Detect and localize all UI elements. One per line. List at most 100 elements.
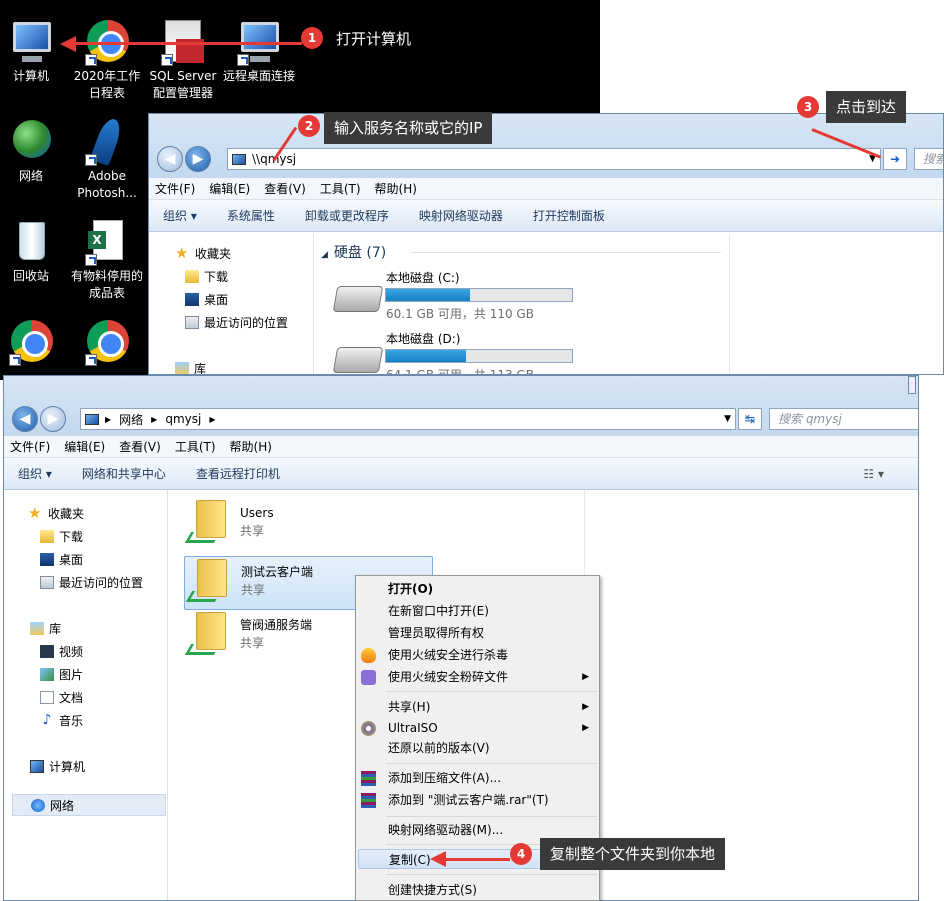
desktop-icon-label: 2020年工作日程表: [73, 69, 141, 100]
drive-name: 本地磁盘 (C:): [386, 271, 460, 285]
nav-downloads[interactable]: 下载: [185, 268, 228, 285]
nav-recent[interactable]: 最近访问的位置: [40, 574, 143, 591]
nav-label: 最近访问的位置: [59, 576, 144, 590]
nav-label: 库: [49, 622, 62, 636]
ultraiso-disc-icon: [361, 721, 376, 736]
drive-info: 60.1 GB 可用，共 110 GB: [386, 307, 534, 321]
nav-label: 视频: [59, 645, 84, 659]
nav-label: 最近访问的位置: [204, 316, 289, 330]
menu-item-huorong-shred[interactable]: 使用火绒安全粉碎文件: [388, 667, 508, 687]
nav-documents[interactable]: 文档: [40, 689, 83, 706]
scroll-handle[interactable]: [908, 376, 916, 394]
menu-bar: 文件(F) 编辑(E) 查看(V) 工具(T) 帮助(H): [4, 436, 918, 458]
nav-network[interactable]: 网络: [12, 794, 166, 816]
desktop-icon-sql-server[interactable]: SQL Server 配置管理器: [145, 18, 221, 102]
uninstall-program-button[interactable]: 卸载或更改程序: [305, 207, 389, 224]
go-arrow-button[interactable]: ➜: [883, 148, 907, 170]
nav-videos[interactable]: 视频: [40, 643, 83, 660]
video-icon: [40, 645, 54, 658]
computer-icon: [7, 18, 55, 66]
breadcrumb-network[interactable]: 网络: [119, 411, 143, 428]
search-input[interactable]: 搜索: [914, 148, 943, 170]
nav-pictures[interactable]: 图片: [40, 666, 83, 683]
menu-item-create-shortcut[interactable]: 创建快捷方式(S): [388, 880, 477, 900]
menu-view[interactable]: 查看(V): [264, 180, 306, 197]
share-users[interactable]: Users 共享: [184, 498, 404, 552]
view-options-icon[interactable]: ☷ ▾: [863, 467, 884, 481]
forward-button[interactable]: ▶: [40, 406, 66, 432]
annotation-badge-3: 3: [797, 96, 819, 118]
photoshop-feather-icon: [83, 115, 131, 167]
network-sharing-center-button[interactable]: 网络和共享中心: [82, 465, 166, 482]
desktop-icon-chrome-a[interactable]: [0, 318, 69, 368]
forward-button[interactable]: ▶: [185, 146, 211, 172]
nav-recent[interactable]: 最近访问的位置: [185, 314, 288, 331]
nav-label: 下载: [59, 530, 84, 544]
menu-file[interactable]: 文件(F): [10, 438, 50, 455]
menu-item-open-new-window[interactable]: 在新窗口中打开(E): [388, 601, 489, 621]
nav-libraries[interactable]: 库: [175, 360, 207, 375]
menu-edit[interactable]: 编辑(E): [209, 180, 250, 197]
organize-button[interactable]: 组织 ▾: [18, 465, 52, 482]
desktop-icon-photoshop[interactable]: Adobe Photosh...: [69, 115, 145, 202]
menu-item-open[interactable]: 打开(O): [388, 579, 433, 599]
library-icon: [175, 362, 189, 374]
nav-downloads[interactable]: 下载: [40, 528, 83, 545]
menu-item-ultraiso[interactable]: UltraISO: [388, 718, 438, 738]
desktop-icon-label: 有物料停用的成品表: [70, 269, 143, 300]
nav-libraries[interactable]: 库: [30, 620, 61, 637]
picture-icon: [40, 668, 54, 681]
view-remote-printers-button[interactable]: 查看远程打印机: [196, 465, 280, 482]
desktop-icon-chrome-b[interactable]: [69, 318, 145, 368]
open-control-panel-button[interactable]: 打开控制面板: [533, 207, 605, 224]
menu-item-huorong-scan[interactable]: 使用火绒安全进行杀毒: [388, 645, 508, 665]
dropdown-arrow-icon[interactable]: ▼: [724, 414, 731, 424]
menu-help[interactable]: 帮助(H): [375, 180, 417, 197]
menu-view[interactable]: 查看(V): [119, 438, 161, 455]
share-status: 共享: [241, 583, 266, 597]
menu-item-share[interactable]: 共享(H): [388, 697, 430, 717]
nav-music[interactable]: ♪ 音乐: [40, 712, 83, 729]
refresh-button[interactable]: ↹: [738, 408, 762, 430]
menu-tools[interactable]: 工具(T): [175, 438, 216, 455]
desktop-icon-label: Adobe Photosh...: [77, 169, 137, 200]
nav-desktop[interactable]: 桌面: [40, 551, 83, 568]
desktop-icon-schedule[interactable]: 2020年工作日程表: [69, 18, 145, 102]
shared-folder-icon: [184, 610, 230, 658]
address-bar[interactable]: \\qmysj ▼: [227, 148, 881, 170]
nav-favorites[interactable]: ★ 收藏夹: [175, 244, 231, 262]
back-button[interactable]: ◀: [157, 146, 183, 172]
group-header[interactable]: ◢ 硬盘 (7): [321, 242, 386, 262]
menu-item-restore-previous[interactable]: 还原以前的版本(V): [388, 738, 490, 758]
drive-info: 64.1 GB 可用，共 113 GB: [386, 368, 534, 375]
menu-tools[interactable]: 工具(T): [320, 180, 361, 197]
nav-favorites[interactable]: ★ 收藏夹: [28, 504, 84, 522]
nav-computer[interactable]: 计算机: [30, 758, 85, 775]
desktop-icon-excel[interactable]: 有物料停用的成品表: [67, 218, 147, 302]
network-computer-icon: [85, 413, 99, 425]
menu-item-add-rar[interactable]: 添加到 "测试云客户端.rar"(T): [388, 790, 549, 810]
menu-item-map-network-drive[interactable]: 映射网络驱动器(M)...: [388, 820, 503, 840]
search-input[interactable]: 搜索 qmysj: [769, 408, 918, 430]
breadcrumb-host[interactable]: qmysj: [165, 412, 201, 426]
menu-help[interactable]: 帮助(H): [230, 438, 272, 455]
nav-label: 收藏夹: [195, 246, 232, 261]
desktop-icon-recycle-bin[interactable]: 回收站: [0, 218, 69, 285]
desktop-icon-remote-desktop[interactable]: 远程桌面连接: [221, 18, 297, 85]
menu-file[interactable]: 文件(F): [155, 180, 195, 197]
address-bar[interactable]: ▶ 网络 ▶ qmysj ▶ ▼: [80, 408, 736, 430]
menu-item-take-ownership[interactable]: 管理员取得所有权: [388, 623, 484, 643]
organize-button[interactable]: 组织 ▾: [163, 207, 197, 224]
system-properties-button[interactable]: 系统属性: [227, 207, 275, 224]
desktop-icon-network[interactable]: 网络: [0, 118, 69, 185]
desktop-icon-computer[interactable]: 计算机: [0, 18, 69, 85]
map-network-drive-button[interactable]: 映射网络驱动器: [419, 207, 503, 224]
breadcrumb-separator-icon: ▶: [209, 414, 216, 424]
menu-item-add-archive[interactable]: 添加到压缩文件(A)...: [388, 768, 501, 788]
shared-folder-icon: [184, 498, 230, 546]
back-button[interactable]: ◀: [12, 406, 38, 432]
nav-desktop[interactable]: 桌面: [185, 291, 228, 308]
nav-label: 库: [194, 362, 207, 375]
huorong-flame-icon: [361, 648, 376, 663]
menu-edit[interactable]: 编辑(E): [64, 438, 105, 455]
